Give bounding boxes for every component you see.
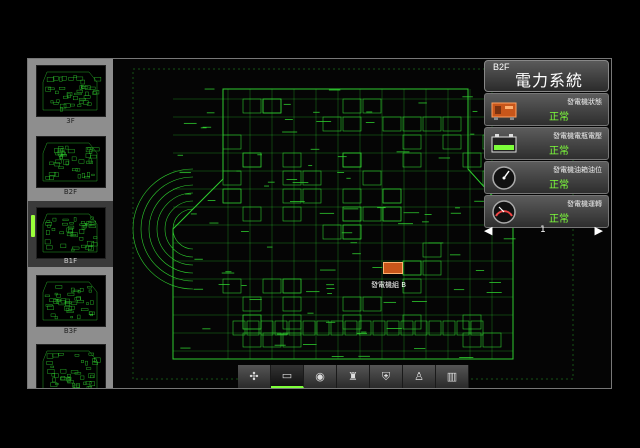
floor-thumb-label: B3F	[63, 327, 78, 335]
toolbar-fan-button[interactable]: ✣	[238, 365, 271, 388]
battery-icon	[491, 134, 517, 153]
floor-thumb-label: B1F	[63, 257, 78, 265]
status-item-value: 正常	[549, 214, 569, 225]
floor-thumb-b2f[interactable]: B2F	[28, 136, 113, 200]
floor-thumb-label: 3F	[66, 117, 75, 125]
floor-thumb-image	[36, 344, 106, 388]
status-item-name: 發電機狀態	[567, 98, 602, 106]
status-item-value: 正常	[549, 180, 569, 191]
active-floor-marker	[31, 215, 35, 237]
status-item-name: 發電機電瓶電壓	[553, 132, 602, 140]
status-item-name: 發電機油箱油位	[553, 166, 602, 174]
status-panel: B2F 電力系統 發電機狀態 正常 發電機電瓶電壓 正常 發電機油箱油位 正常	[484, 60, 609, 240]
power-system-icon: ▭	[281, 369, 293, 382]
toolbar-security-button[interactable]: ⛨	[370, 365, 403, 388]
status-item-name: 發電機運轉	[567, 200, 602, 208]
status-item-value: 正常	[549, 146, 569, 157]
floor-thumb-image	[36, 207, 106, 259]
floor-thumb-b3f[interactable]: B3F	[28, 275, 113, 339]
page-number: 1	[540, 225, 546, 235]
transformer-icon	[491, 102, 517, 120]
next-page-arrow[interactable]: ▶	[595, 224, 603, 237]
device-label: 發電機組 B	[371, 281, 407, 289]
floor-thumb-image	[36, 65, 106, 117]
panel-pager: ◀ 1 ▶	[484, 224, 607, 238]
toolbar-water-button[interactable]: ◉	[304, 365, 337, 388]
floor-thumb-image	[36, 136, 106, 188]
generator-icon	[383, 262, 403, 274]
panel-title: 電力系統	[515, 71, 584, 90]
person-icon: ♙	[414, 370, 424, 383]
door-icon: ▥	[446, 370, 458, 383]
panel-header: B2F 電力系統	[484, 60, 609, 92]
floor-thumbnail-strip: 3F B2F B1F B3F	[28, 59, 113, 388]
floor-thumb-extra[interactable]	[28, 344, 113, 388]
water-icon: ◉	[315, 370, 325, 383]
toolbar-person-button[interactable]: ♙	[403, 365, 436, 388]
fan-icon: ✣	[249, 370, 259, 383]
fire-extinguisher-icon: ♜	[348, 370, 358, 383]
status-item-generator[interactable]: 發電機狀態 正常	[484, 93, 609, 126]
speedometer-icon	[492, 200, 516, 224]
fuel-gauge-icon	[492, 166, 516, 190]
security-shield-icon: ⛨	[381, 369, 391, 383]
floor-thumb-image	[36, 275, 106, 327]
status-item-value: 正常	[549, 112, 569, 123]
status-item-fuel[interactable]: 發電機油箱油位 正常	[484, 161, 609, 194]
prev-page-arrow[interactable]: ◀	[484, 224, 492, 237]
toolbar-fire-button[interactable]: ♜	[337, 365, 370, 388]
floor-thumb-label: B2F	[63, 188, 78, 196]
floor-thumb-3f[interactable]: 3F	[28, 65, 113, 129]
system-toolbar: ✣ ▭ ◉ ♜ ⛨ ♙ ▥	[238, 365, 472, 388]
toolbar-door-button[interactable]: ▥	[436, 365, 469, 388]
floor-thumb-b1f[interactable]: B1F	[28, 201, 113, 267]
toolbar-power-button[interactable]: ▭	[271, 365, 304, 388]
panel-floor-label: B2F	[493, 62, 510, 72]
status-item-running[interactable]: 發電機運轉 正常	[484, 195, 609, 228]
status-item-battery[interactable]: 發電機電瓶電壓 正常	[484, 127, 609, 160]
